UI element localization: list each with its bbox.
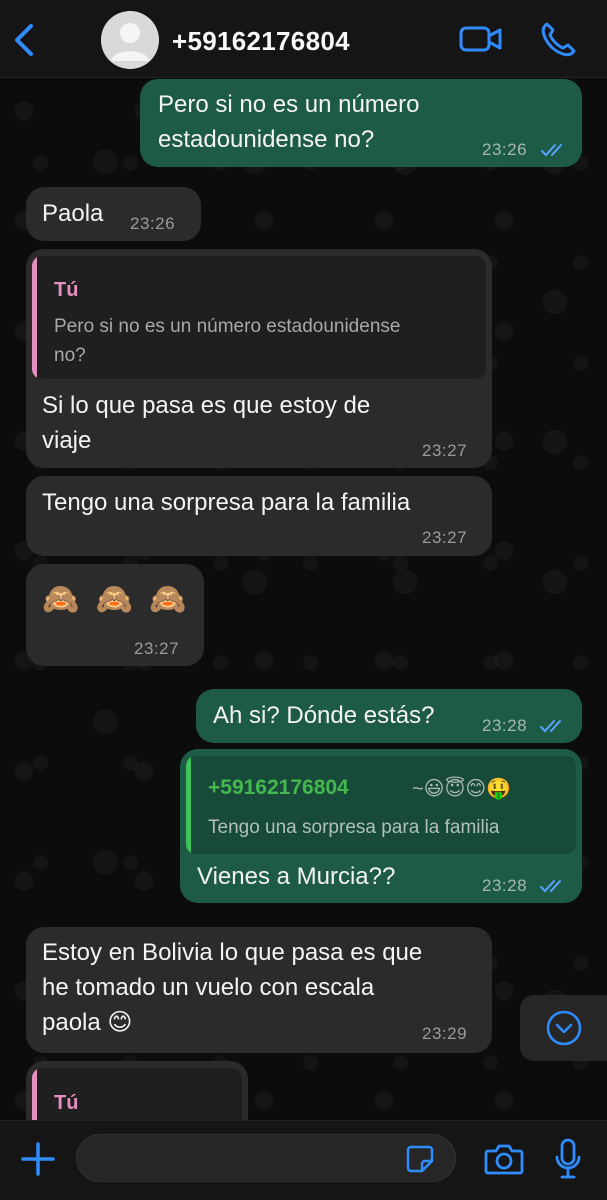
read-ticks-icon bbox=[540, 880, 561, 893]
composer-bar bbox=[0, 1120, 607, 1200]
message-time: 23:26 bbox=[482, 140, 528, 159]
microphone-icon[interactable] bbox=[553, 1137, 583, 1181]
quote-text: Tengo una sorpresa para la familia bbox=[208, 817, 500, 838]
quote-author: Tú bbox=[54, 279, 79, 301]
person-avatar-icon bbox=[101, 11, 159, 69]
quote-bar bbox=[32, 1068, 37, 1120]
quote-bar bbox=[32, 256, 37, 379]
message-input[interactable] bbox=[76, 1134, 456, 1182]
quote-text: Pero si no es un número estadounidense n… bbox=[54, 316, 401, 366]
message-outgoing-reply[interactable]: +59162176804 ~😃😇😊🤑 Tengo una sorpresa pa… bbox=[180, 749, 582, 903]
message-time: 23:27 bbox=[422, 441, 468, 460]
quoted-message[interactable]: Tú bbox=[32, 1068, 242, 1120]
read-ticks-icon bbox=[541, 144, 562, 157]
message-text: Vienes a Murcia?? bbox=[197, 863, 396, 890]
message-time: 23:28 bbox=[482, 716, 528, 735]
quote-author: +59162176804 bbox=[208, 776, 349, 799]
quoted-message[interactable]: Tú Pero si no es un número estadounidens… bbox=[32, 256, 486, 379]
message-outgoing[interactable]: Pero si no es un número estadounidense n… bbox=[140, 79, 582, 167]
quoted-message[interactable]: +59162176804 ~😃😇😊🤑 Tengo una sorpresa pa… bbox=[186, 756, 576, 854]
message-list[interactable]: Pero si no es un número estadounidense n… bbox=[0, 78, 607, 1120]
message-time: 23:26 bbox=[130, 214, 176, 233]
message-text: Si lo que pasa es que estoy de viaje bbox=[42, 392, 371, 454]
message-time: 23:27 bbox=[422, 528, 468, 547]
message-incoming-reply[interactable]: Tú Pero si no es un número estadounidens… bbox=[26, 249, 492, 468]
message-text: 🙈 🙈 🙈 bbox=[42, 583, 191, 616]
chevron-left-icon[interactable] bbox=[8, 20, 42, 60]
message-text: Estoy en Bolivia lo que pasa es que he t… bbox=[42, 939, 423, 1036]
message-text: Paola bbox=[42, 200, 104, 227]
video-call-icon[interactable] bbox=[458, 22, 504, 56]
quote-author-suffix: ~😃😇😊🤑 bbox=[412, 778, 512, 800]
message-incoming[interactable]: Paola 23:26 bbox=[26, 187, 201, 241]
message-text: Tengo una sorpresa para la familia bbox=[42, 489, 411, 516]
quote-bar bbox=[186, 756, 191, 854]
message-incoming-reply[interactable]: Tú bbox=[26, 1061, 248, 1120]
message-text: Pero si no es un número estadounidense n… bbox=[158, 91, 420, 153]
read-ticks-icon bbox=[540, 720, 561, 733]
message-incoming[interactable]: Tengo una sorpresa para la familia 23:27 bbox=[26, 476, 492, 556]
message-incoming[interactable]: Estoy en Bolivia lo que pasa es que he t… bbox=[26, 927, 492, 1053]
sticker-icon[interactable] bbox=[405, 1144, 435, 1174]
message-time: 23:29 bbox=[422, 1024, 468, 1043]
message-time: 23:28 bbox=[482, 876, 528, 895]
quote-author: Tú bbox=[54, 1092, 79, 1114]
plus-icon[interactable] bbox=[20, 1141, 56, 1177]
message-time: 23:27 bbox=[134, 639, 180, 658]
message-outgoing[interactable]: Ah si? Dónde estás? 23:28 bbox=[196, 689, 582, 743]
chat-header: +59162176804 bbox=[0, 0, 607, 78]
message-text: Ah si? Dónde estás? bbox=[213, 702, 435, 729]
contact-name[interactable]: +59162176804 bbox=[172, 26, 350, 57]
camera-icon[interactable] bbox=[484, 1141, 524, 1177]
chevron-down-circle-icon bbox=[546, 1010, 582, 1046]
scroll-to-bottom-button[interactable] bbox=[520, 995, 607, 1061]
message-incoming-emoji[interactable]: 🙈 🙈 🙈 23:27 bbox=[26, 564, 204, 666]
avatar[interactable] bbox=[101, 11, 159, 69]
phone-icon[interactable] bbox=[538, 20, 578, 60]
